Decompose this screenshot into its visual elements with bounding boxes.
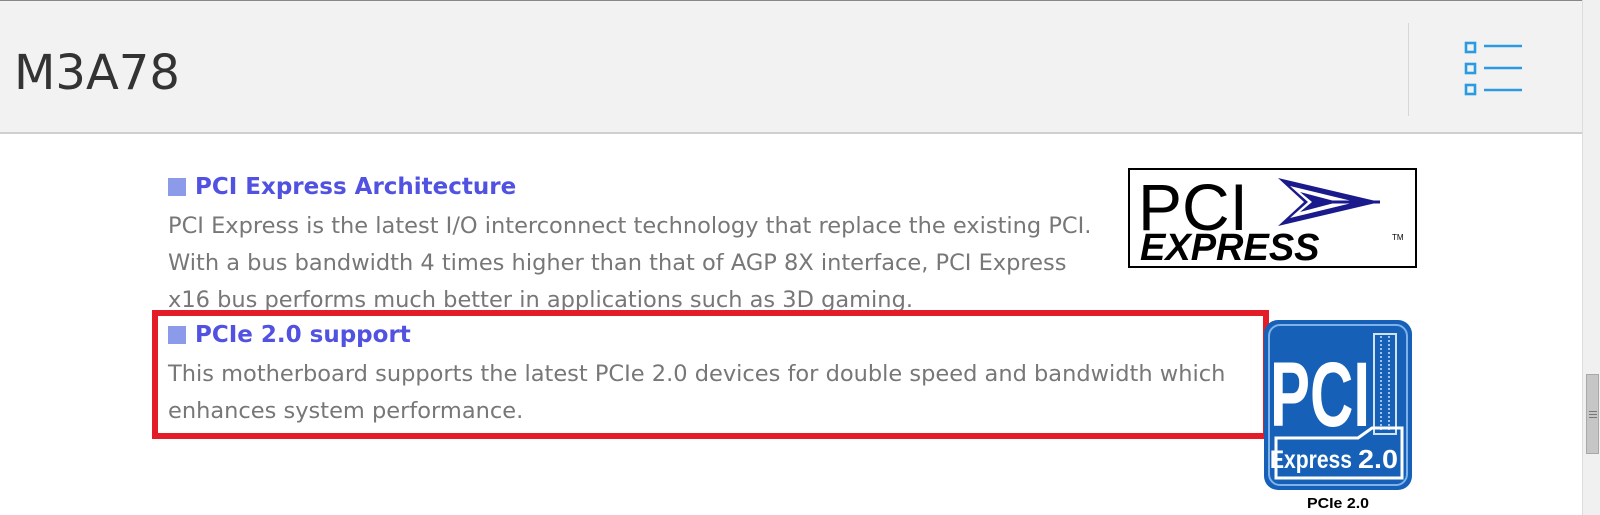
logo-text: 2.0 [1358, 444, 1398, 474]
feature-description: PCI Express is the latest I/O interconne… [168, 208, 1091, 319]
header-divider [1408, 23, 1409, 116]
logo-text: PCI [1270, 344, 1370, 446]
grip-line [1589, 414, 1597, 415]
page-title: M3A78 [14, 45, 180, 101]
pcie-2-logo: PCI Express 2.0 PCIe 2.0 [1262, 318, 1414, 513]
menu-button[interactable] [1462, 41, 1526, 97]
vertical-scrollbar[interactable] [1582, 0, 1600, 515]
logo-caption: PCIe 2.0 [1307, 495, 1369, 512]
list-menu-icon [1464, 41, 1522, 96]
logo-text: EXPRESS [1140, 227, 1320, 266]
highlight-box [152, 310, 1269, 439]
feature-title: PCI Express Architecture [168, 172, 516, 202]
grip-line [1589, 411, 1597, 412]
description-line: PCI Express is the latest I/O interconne… [168, 213, 1092, 239]
arrow-chevron-icon [1278, 178, 1380, 226]
description-line: With a bus bandwidth 4 times higher than… [168, 250, 1067, 276]
bullet-square-icon [168, 178, 186, 196]
page-header: M3A78 [0, 1, 1582, 134]
logo-text: Express [1270, 446, 1352, 474]
scrollbar-thumb[interactable] [1586, 374, 1599, 454]
trademark-text: TM [1392, 233, 1404, 242]
feature-title-text: PCI Express Architecture [195, 174, 517, 200]
pci-express-logo: PCI EXPRESS TM [1128, 168, 1417, 269]
grip-line [1589, 417, 1597, 418]
